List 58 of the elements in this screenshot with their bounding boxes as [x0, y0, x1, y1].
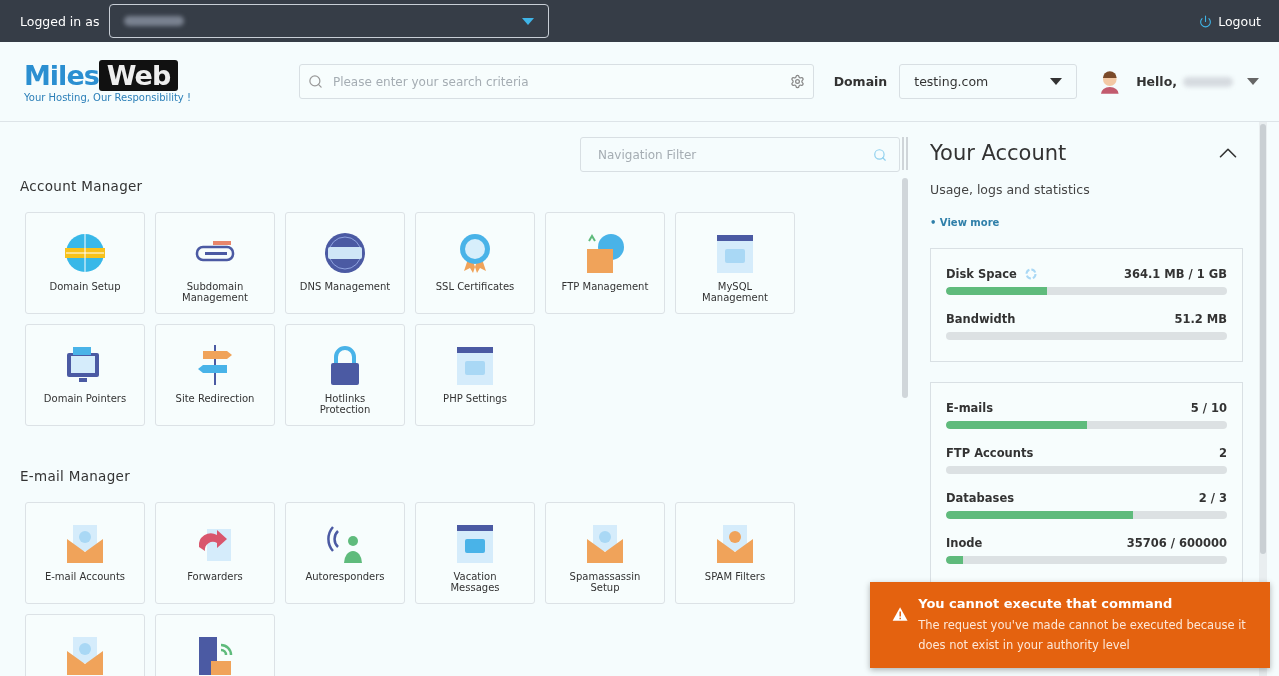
section-title: E-mail Manager: [20, 468, 131, 484]
toast-title: You cannot execute that command: [918, 596, 1174, 611]
stat-name: E-mails: [946, 401, 994, 415]
logged-in-label: Logged in as: [20, 13, 100, 29]
redacted-name: [1183, 76, 1233, 87]
stat-value: 35706 / 600000: [1126, 536, 1227, 550]
tool-tile[interactable]: PHP Settings: [415, 324, 535, 426]
toast-message: The request you've made cannot be executed because it does not exist in your authority level: [918, 617, 1247, 654]
avatar-icon[interactable]: [1098, 69, 1121, 94]
stat-name: Databases: [946, 491, 1015, 505]
tool-tile[interactable]: MySQL Management: [675, 212, 795, 314]
logo-tagline: Your Hosting, Our Responsibility !: [24, 92, 192, 103]
resize-handle[interactable]: [902, 137, 908, 170]
settings-icon: [789, 74, 805, 89]
stat-value: 2: [1219, 446, 1227, 460]
caret-icon[interactable]: [1247, 78, 1259, 85]
stat-value: 2 / 3: [1198, 491, 1227, 505]
search-field[interactable]: Please enter your search criteria: [330, 65, 782, 98]
stat-value: 5 / 10: [1190, 401, 1227, 415]
tool-tile[interactable]: E-mail Accounts: [25, 502, 145, 604]
stat-name: Inode: [946, 536, 983, 550]
navigation-filter-field[interactable]: Navigation Filter: [596, 138, 873, 171]
stat-name: Bandwidth: [946, 312, 1016, 326]
tool-tile[interactable]: Autoresponders: [285, 502, 405, 604]
tool-tile[interactable]: Domain Setup: [25, 212, 145, 314]
tool-tile[interactable]: Spamassassin Setup: [545, 502, 665, 604]
tool-tile[interactable]: Subdomain Management: [155, 212, 275, 314]
globe-icon: [63, 231, 107, 275]
logout-link[interactable]: Logout: [1199, 13, 1261, 29]
tool-tile[interactable]: FTP Management: [545, 212, 665, 314]
tool-tile[interactable]: Vacation Messages: [415, 502, 535, 604]
stat-value: 51.2 MB: [1174, 312, 1227, 326]
tool-tile[interactable]: SSL Certificates: [415, 212, 535, 314]
power-icon: [1199, 14, 1213, 28]
tool-tile[interactable]: Forwarders: [155, 502, 275, 604]
tool-tile[interactable]: SPAM Filters: [675, 502, 795, 604]
tool-tile[interactable]: Site Redirection: [155, 324, 275, 426]
stat-value: 364.1 MB / 1 GB: [1124, 267, 1227, 281]
tool-tile[interactable]: DNS Management: [285, 212, 405, 314]
greeting: Hello,: [1136, 74, 1177, 89]
domain-dropdown[interactable]: testing.com: [899, 64, 1077, 99]
search-icon: [873, 147, 887, 162]
globe-icon: [323, 231, 367, 275]
logo-text: Miles: [24, 60, 99, 91]
stat-name: FTP Accounts: [946, 446, 1034, 460]
view-more-link[interactable]: • View more: [930, 217, 1259, 228]
tool-tile[interactable]: Hotlinks Protection: [285, 324, 405, 426]
section-title: Account Manager: [20, 178, 144, 194]
tool-tile[interactable]: Domain Pointers: [25, 324, 145, 426]
search-icon: [307, 74, 323, 89]
account-dropdown[interactable]: [109, 4, 550, 38]
domain-label: Domain: [833, 74, 888, 89]
navigation-filter-box[interactable]: Navigation Filter: [580, 137, 900, 172]
search-box[interactable]: Please enter your search criteria: [298, 64, 814, 99]
logo-text: Web: [98, 60, 179, 91]
panel-subtitle: Usage, logs and statistics: [930, 182, 1091, 197]
stat-name: Disk Space: [946, 267, 1017, 281]
panel-title: Your Account: [930, 141, 1067, 165]
